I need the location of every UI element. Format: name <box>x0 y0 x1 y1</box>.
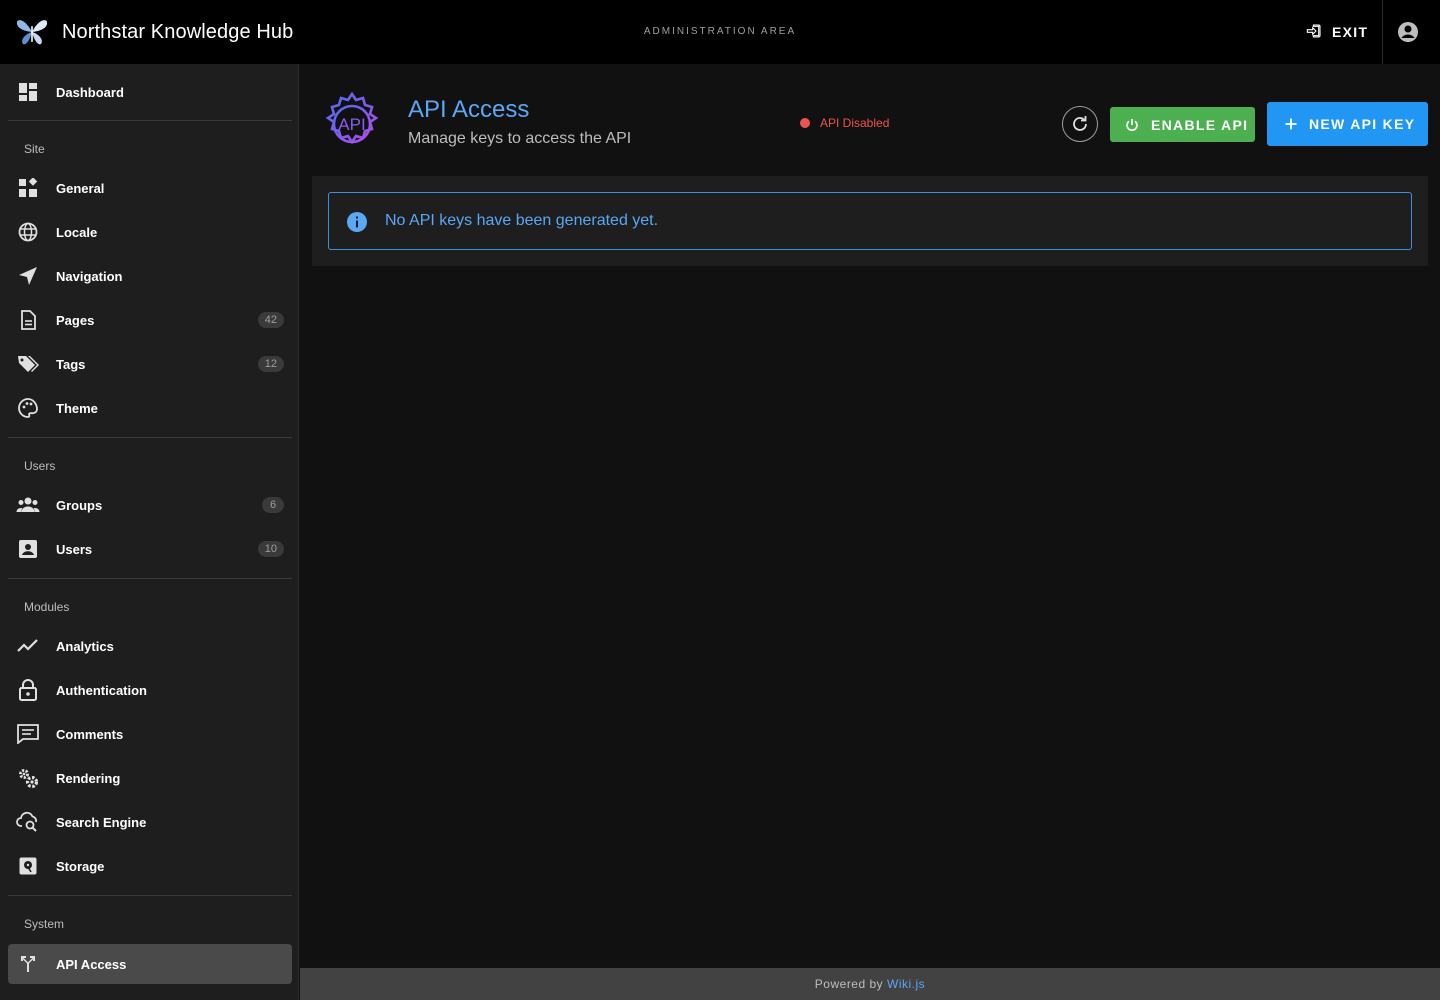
sidebar-item-authentication[interactable]: Authentication <box>8 670 292 710</box>
sidebar-item-label: Users <box>56 541 93 557</box>
sidebar-item-rendering[interactable]: Rendering <box>8 758 292 798</box>
sidebar-item-storage[interactable]: Storage <box>8 846 292 886</box>
count-badge: 10 <box>257 541 284 557</box>
section-label-users: Users <box>24 459 56 473</box>
chart-line-icon <box>16 634 40 658</box>
status-dot-icon <box>800 118 810 128</box>
account-circle-icon <box>1398 22 1418 42</box>
alert-message: No API keys have been generated yet. <box>385 212 659 229</box>
sidebar-item-analytics[interactable]: Analytics <box>8 626 292 666</box>
sidebar-item-label: Tags <box>56 356 86 372</box>
tags-icon <box>16 352 40 376</box>
sidebar-item-label: Dashboard <box>56 84 124 100</box>
enable-api-button[interactable]: ENABLE API <box>1110 107 1255 142</box>
exit-label: EXIT <box>1332 24 1369 40</box>
sidebar-item-label: Navigation <box>56 268 123 284</box>
sidebar-divider <box>8 895 292 896</box>
sidebar-item-label: API Access <box>56 956 127 972</box>
account-box-icon <box>16 537 40 561</box>
api-gear-icon: API <box>316 88 388 160</box>
topbar-divider <box>1382 0 1383 64</box>
sidebar-divider <box>8 120 292 121</box>
sidebar-item-label: Theme <box>56 400 98 416</box>
plus-icon <box>1285 118 1297 130</box>
new-api-key-button[interactable]: NEW API KEY <box>1267 102 1428 146</box>
refresh-button[interactable] <box>1062 106 1098 142</box>
butterfly-logo-icon[interactable] <box>14 14 50 50</box>
account-button[interactable] <box>1392 16 1424 48</box>
lock-icon <box>16 678 40 702</box>
count-badge: 42 <box>257 312 284 328</box>
sidebar-item-comments[interactable]: Comments <box>8 714 292 754</box>
sidebar-item-label: General <box>56 180 105 196</box>
api-keys-card: No API keys have been generated yet. <box>312 176 1428 266</box>
window-icon <box>16 996 40 1000</box>
section-label-system: System <box>24 917 65 931</box>
svg-text:API: API <box>338 115 365 134</box>
status-text: API Disabled <box>820 116 890 130</box>
sidebar-item-label: Search Engine <box>56 814 147 830</box>
sidebar-item-groups[interactable]: Groups 6 <box>8 485 292 525</box>
palette-icon <box>16 396 40 420</box>
wikijs-link[interactable]: Wiki.js <box>887 977 925 991</box>
info-alert: No API keys have been generated yet. <box>328 192 1412 250</box>
app-title[interactable]: Northstar Knowledge Hub <box>62 0 293 64</box>
sidebar-item-search-engine[interactable]: Search Engine <box>8 802 292 842</box>
api-fork-icon <box>16 952 40 976</box>
globe-icon <box>16 220 40 244</box>
sidebar-divider <box>8 437 292 438</box>
info-icon <box>345 210 369 234</box>
refresh-icon <box>1073 116 1087 131</box>
dashboard-icon <box>16 80 40 104</box>
harddisk-icon <box>16 854 40 878</box>
sidebar-item-api-access[interactable]: API Access <box>8 944 292 984</box>
sidebar-item-general[interactable]: General <box>8 168 292 208</box>
count-badge: 6 <box>262 497 284 513</box>
section-label-modules: Modules <box>24 600 70 614</box>
page-subtitle: Manage keys to access the API <box>408 130 632 147</box>
sidebar-item-label: Comments <box>56 726 124 742</box>
cogs-icon <box>16 766 40 790</box>
groups-icon <box>16 493 40 517</box>
widgets-icon <box>16 176 40 200</box>
page-title: API Access <box>408 96 530 123</box>
sidebar-item-label: Storage <box>56 858 105 874</box>
footer-prefix: Powered by <box>814 977 884 991</box>
sidebar-item-navigation[interactable]: Navigation <box>8 256 292 296</box>
main-content: API API Access Manage keys to access the… <box>300 64 1440 968</box>
sidebar-item-users[interactable]: Users 10 <box>8 529 292 569</box>
sidebar-item-label: Analytics <box>56 638 114 654</box>
exit-icon <box>1306 23 1322 42</box>
sidebar-item-next[interactable] <box>8 988 292 1000</box>
count-badge: 12 <box>257 356 284 372</box>
sidebar-item-dashboard[interactable]: Dashboard <box>8 72 292 112</box>
sidebar-item-tags[interactable]: Tags 12 <box>8 344 292 384</box>
comment-icon <box>16 722 40 746</box>
sidebar-divider <box>8 578 292 579</box>
power-icon <box>1126 118 1138 131</box>
navigation-arrow-icon <box>16 264 40 288</box>
enable-api-label: ENABLE API <box>1151 116 1249 133</box>
sidebar-item-theme[interactable]: Theme <box>8 388 292 428</box>
sidebar-item-pages[interactable]: Pages 42 <box>8 300 292 340</box>
sidebar-item-label: Rendering <box>56 770 121 786</box>
new-api-key-label: NEW API KEY <box>1309 116 1416 132</box>
sidebar-item-label: Pages <box>56 312 95 328</box>
file-document-icon <box>16 308 40 332</box>
section-label-site: Site <box>24 142 45 156</box>
sidebar-item-label: Groups <box>56 497 103 513</box>
top-app-bar: Northstar Knowledge Hub ADMINISTRATION A… <box>0 0 1440 64</box>
sidebar-item-locale[interactable]: Locale <box>8 212 292 252</box>
footer: Powered by Wiki.js <box>300 968 1440 1000</box>
sidebar-item-label: Locale <box>56 224 98 240</box>
sidebar-item-label: Authentication <box>56 682 147 698</box>
api-status-indicator: API Disabled <box>800 116 889 130</box>
cloud-search-icon <box>16 810 40 834</box>
exit-button[interactable]: EXIT <box>1296 14 1378 50</box>
admin-sidebar: Dashboard Site General Locale Navigation… <box>0 64 299 1000</box>
